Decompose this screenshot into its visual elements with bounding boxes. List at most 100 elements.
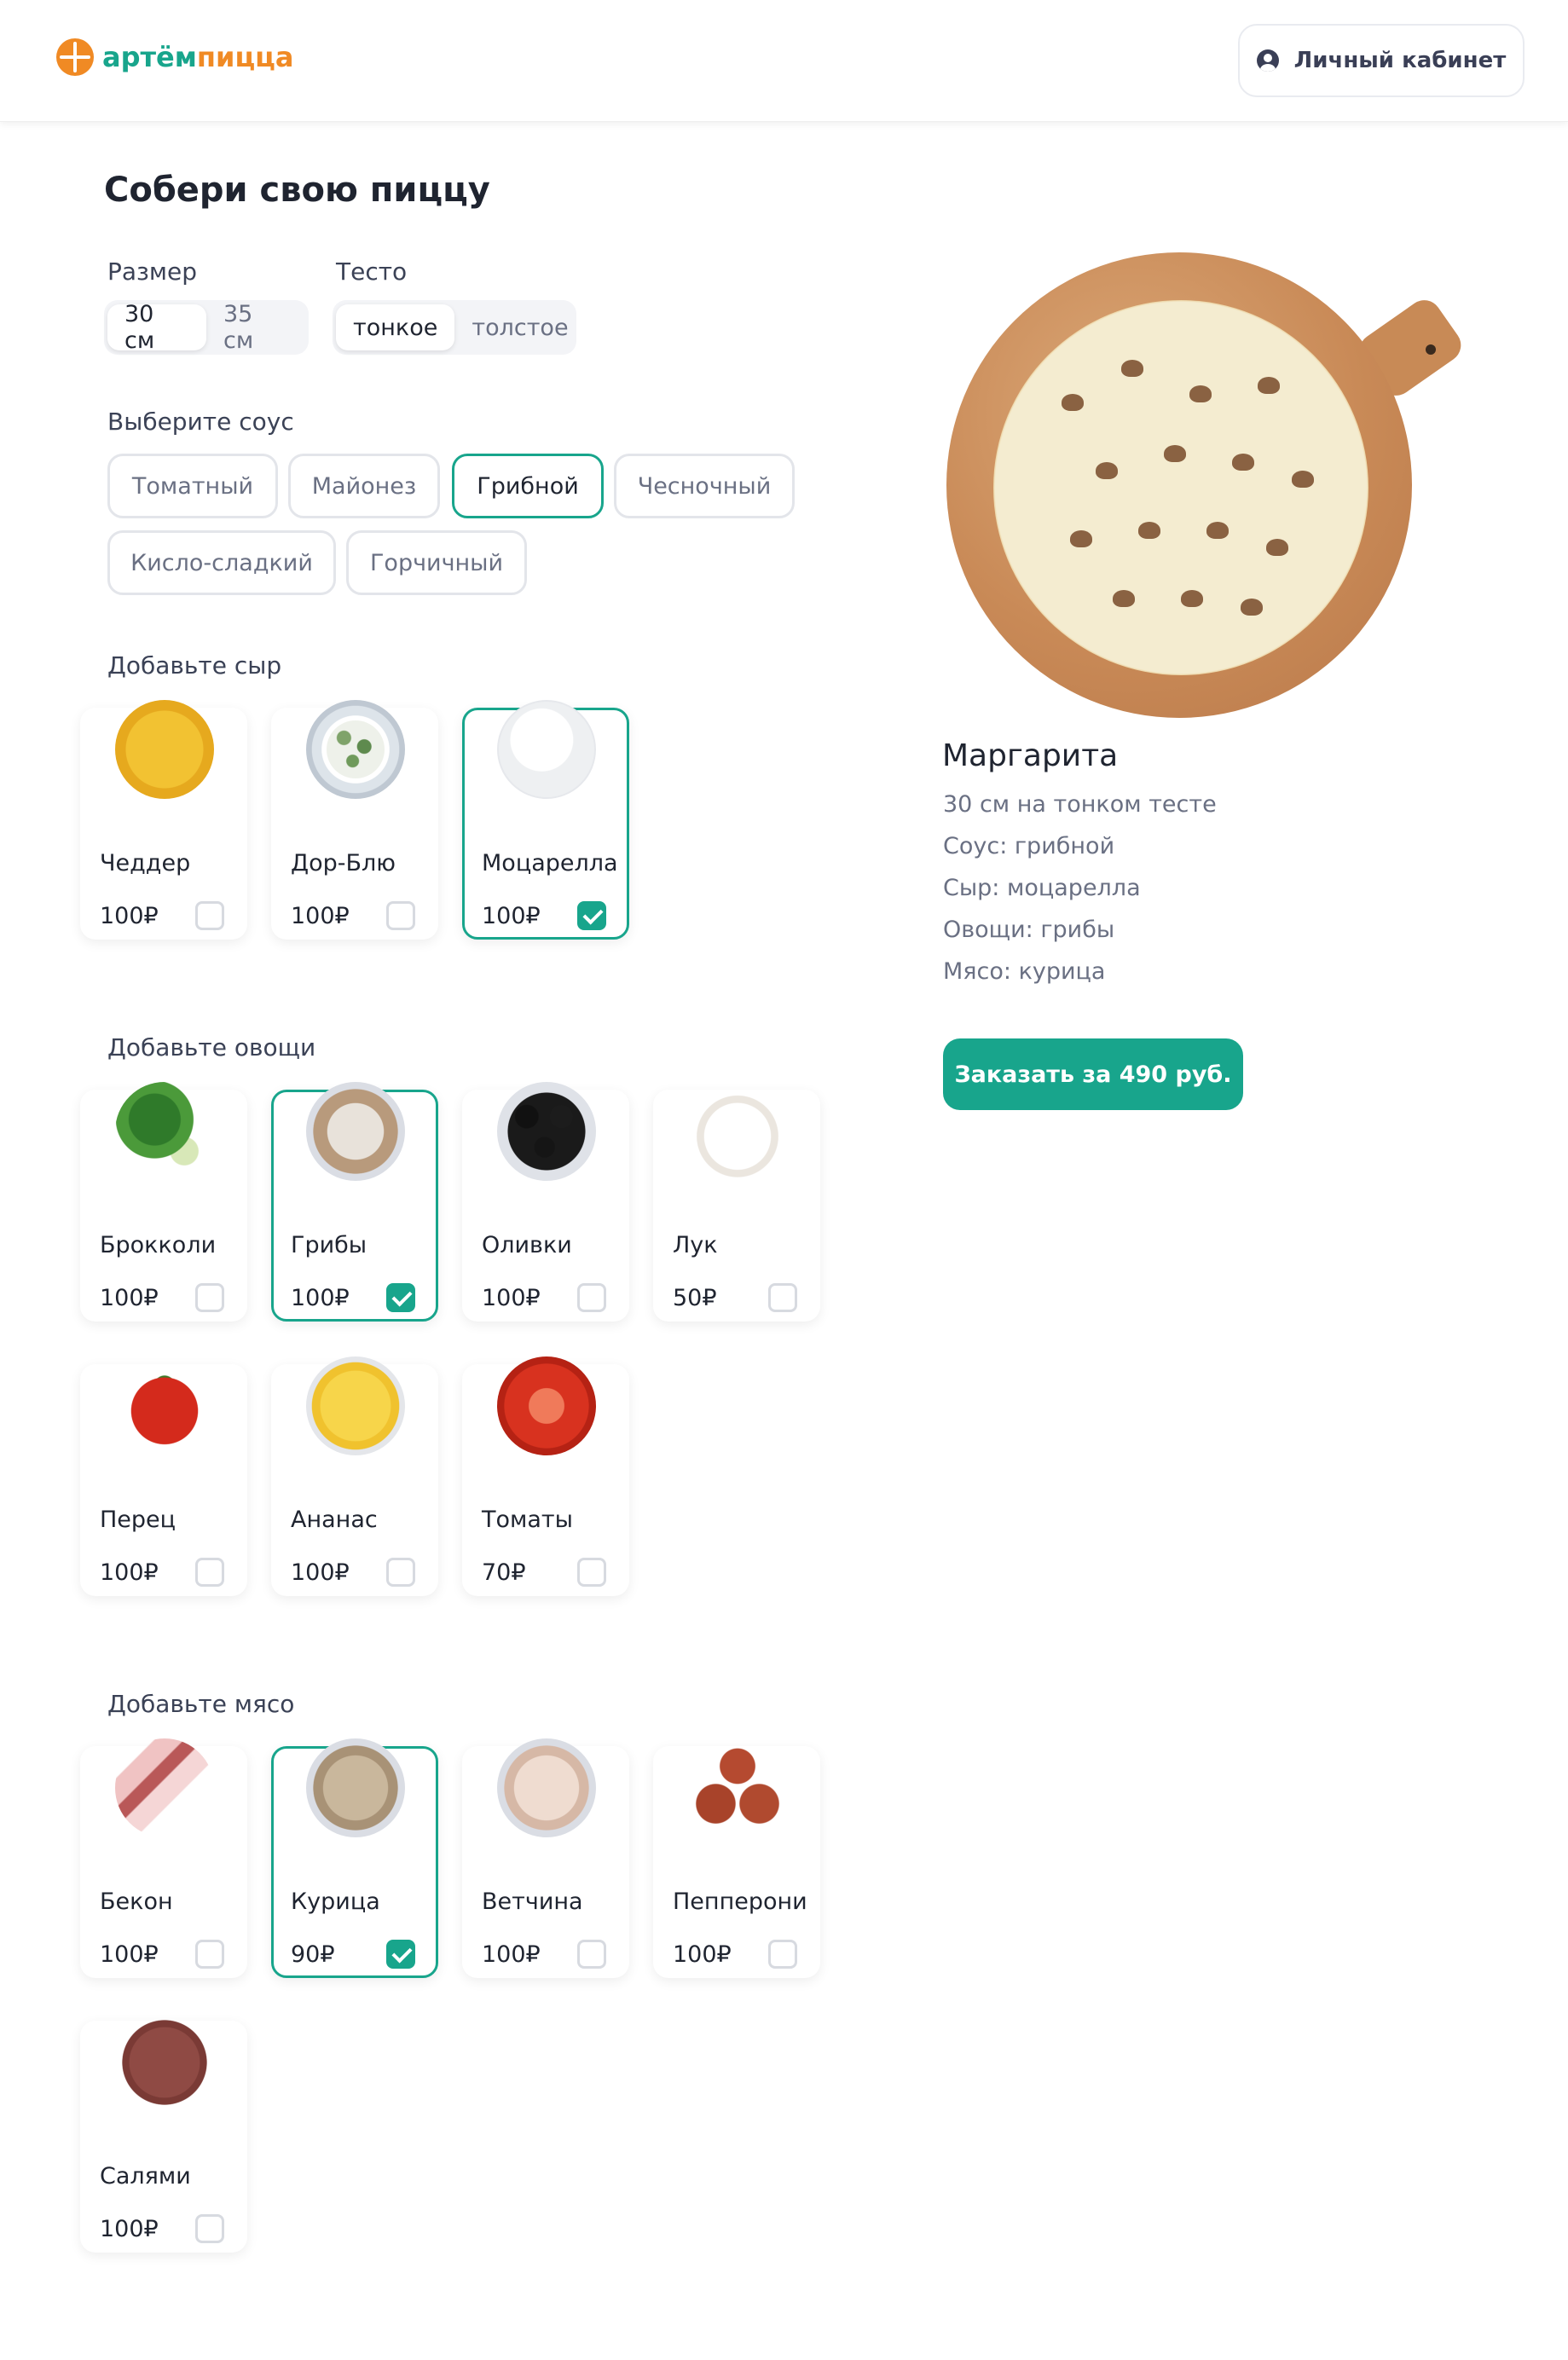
pineapple-image	[306, 1356, 405, 1455]
summary-vegetables: Овощи: грибы	[943, 917, 1115, 943]
ingredient-name: Брокколи	[100, 1232, 217, 1258]
ingredient-name: Лук	[673, 1232, 718, 1258]
ingredient-price: 100₽	[100, 1941, 159, 1968]
size-option-30[interactable]: 30 см	[107, 301, 206, 354]
ingredient-card-ham[interactable]: Ветчина 100₽	[462, 1738, 629, 1978]
sauce-option-garlic[interactable]: Чесночный	[614, 454, 795, 518]
ingredient-name: Бекон	[100, 1889, 173, 1915]
ingredient-checkbox[interactable]	[768, 1940, 797, 1969]
ingredient-name: Ветчина	[482, 1889, 583, 1915]
ingredient-checkbox[interactable]	[195, 2214, 224, 2243]
ingredient-price: 50₽	[673, 1285, 717, 1311]
ingredient-checkbox-checked[interactable]	[386, 1940, 415, 1969]
ingredient-checkbox[interactable]	[768, 1283, 797, 1312]
size-option-35[interactable]: 35 см	[206, 301, 305, 354]
board-hole	[1426, 344, 1436, 355]
ingredient-card-olives[interactable]: Оливки 100₽	[462, 1082, 629, 1322]
ingredient-card-mozzarella[interactable]: Моцарелла 100₽	[462, 700, 629, 940]
ingredient-price: 100₽	[673, 1941, 732, 1968]
ingredient-card-pepperoni[interactable]: Пепперони 100₽	[653, 1738, 820, 1978]
ingredient-checkbox-checked[interactable]	[577, 901, 606, 930]
ingredient-checkbox[interactable]	[195, 1283, 224, 1312]
ingredient-card-pineapple[interactable]: Ананас 100₽	[271, 1356, 438, 1596]
ingredient-checkbox[interactable]	[386, 1558, 415, 1587]
sauce-option-tomato[interactable]: Томатный	[107, 454, 278, 518]
logo-text-artem: артём	[102, 41, 197, 73]
ingredient-card-salami[interactable]: Салями 100₽	[80, 2013, 247, 2253]
ingredient-checkbox[interactable]	[577, 1558, 606, 1587]
pizza-topping	[1138, 522, 1160, 539]
ingredient-name: Оливки	[482, 1232, 572, 1258]
salami-image	[115, 2013, 214, 2112]
vegetables-label: Добавьте овощи	[107, 1033, 316, 1061]
ingredient-checkbox[interactable]	[195, 1940, 224, 1969]
ingredient-name: Грибы	[291, 1232, 367, 1258]
pizza-preview-image	[993, 300, 1368, 675]
pizza-topping	[1096, 462, 1118, 479]
cheese-label: Добавьте сыр	[107, 651, 282, 680]
size-label: Размер	[107, 257, 198, 286]
dough-option-thick[interactable]: толстое	[454, 304, 585, 350]
ingredient-price: 70₽	[482, 1559, 526, 1586]
page-title: Собери свою пиццу	[104, 171, 490, 210]
ingredient-name: Чеддер	[100, 850, 191, 876]
pizza-topping	[1181, 590, 1203, 607]
mushrooms-image	[306, 1082, 405, 1181]
summary-meat: Мясо: курица	[943, 958, 1106, 985]
ingredient-card-tomatoes[interactable]: Томаты 70₽	[462, 1356, 629, 1596]
ingredient-card-broccoli[interactable]: Брокколи 100₽	[80, 1082, 247, 1322]
ingredient-checkbox[interactable]	[386, 901, 415, 930]
order-button[interactable]: Заказать за 490 руб.	[943, 1038, 1243, 1110]
personal-account-button[interactable]: Личный кабинет	[1238, 24, 1525, 97]
ingredient-name: Курица	[291, 1889, 380, 1915]
summary-size-dough: 30 см на тонком тесте	[943, 791, 1217, 818]
summary-sauce: Соус: грибной	[943, 833, 1115, 859]
sauce-option-mayo[interactable]: Майонез	[288, 454, 440, 518]
ingredient-name: Томаты	[482, 1507, 573, 1533]
sauce-label: Выберите соус	[107, 408, 294, 436]
pizza-topping	[1062, 394, 1084, 411]
ingredient-name: Ананас	[291, 1507, 378, 1533]
ingredient-name: Дор-Блю	[291, 850, 396, 876]
bacon-image	[115, 1738, 214, 1837]
size-selector: 30 см 35 см	[104, 300, 309, 355]
ingredient-price: 100₽	[482, 903, 541, 929]
dough-label: Тесто	[336, 257, 408, 286]
ingredient-price: 90₽	[291, 1941, 335, 1968]
sauce-option-sweet-sour[interactable]: Кисло-сладкий	[107, 530, 336, 595]
ingredient-card-chicken[interactable]: Курица 90₽	[271, 1738, 438, 1978]
pizza-topping	[1206, 522, 1229, 539]
ingredient-price: 100₽	[291, 903, 350, 929]
dough-option-thin[interactable]: тонкое	[336, 304, 455, 350]
pizza-name: Маргарита	[942, 738, 1119, 773]
ingredient-card-mushrooms[interactable]: Грибы 100₽	[271, 1082, 438, 1322]
ingredient-price: 100₽	[100, 903, 159, 929]
ingredient-card-onion[interactable]: Лук 50₽	[653, 1082, 820, 1322]
ingredient-checkbox[interactable]	[195, 901, 224, 930]
dough-selector: тонкое толстое	[333, 300, 576, 355]
ingredient-checkbox[interactable]	[195, 1558, 224, 1587]
pizza-topping	[1241, 599, 1263, 616]
ingredient-checkbox[interactable]	[577, 1940, 606, 1969]
header: артём пицца Личный кабинет	[0, 0, 1568, 122]
ingredient-checkbox[interactable]	[577, 1283, 606, 1312]
summary-cheese: Сыр: моцарелла	[943, 875, 1141, 901]
ham-image	[497, 1738, 596, 1837]
onion-image	[688, 1082, 787, 1181]
ingredient-checkbox-checked[interactable]	[386, 1283, 415, 1312]
olives-image	[497, 1082, 596, 1181]
sauce-option-mustard[interactable]: Горчичный	[346, 530, 527, 595]
sauce-option-mushroom[interactable]: Грибной	[452, 454, 604, 518]
logo[interactable]: артём пицца	[56, 36, 293, 78]
pizza-logo-icon	[56, 38, 94, 76]
pizza-topping	[1266, 539, 1288, 556]
ingredient-price: 100₽	[482, 1285, 541, 1311]
ingredient-card-cheddar[interactable]: Чеддер 100₽	[80, 700, 247, 940]
ingredient-card-pepper[interactable]: Перец 100₽	[80, 1356, 247, 1596]
personal-account-label: Личный кабинет	[1293, 48, 1507, 73]
pizza-topping	[1232, 454, 1254, 471]
ingredient-card-bacon[interactable]: Бекон 100₽	[80, 1738, 247, 1978]
meat-label: Добавьте мясо	[107, 1690, 295, 1718]
ingredient-card-dorblue[interactable]: Дор-Блю 100₽	[271, 700, 438, 940]
ingredient-name: Моцарелла	[482, 850, 618, 876]
